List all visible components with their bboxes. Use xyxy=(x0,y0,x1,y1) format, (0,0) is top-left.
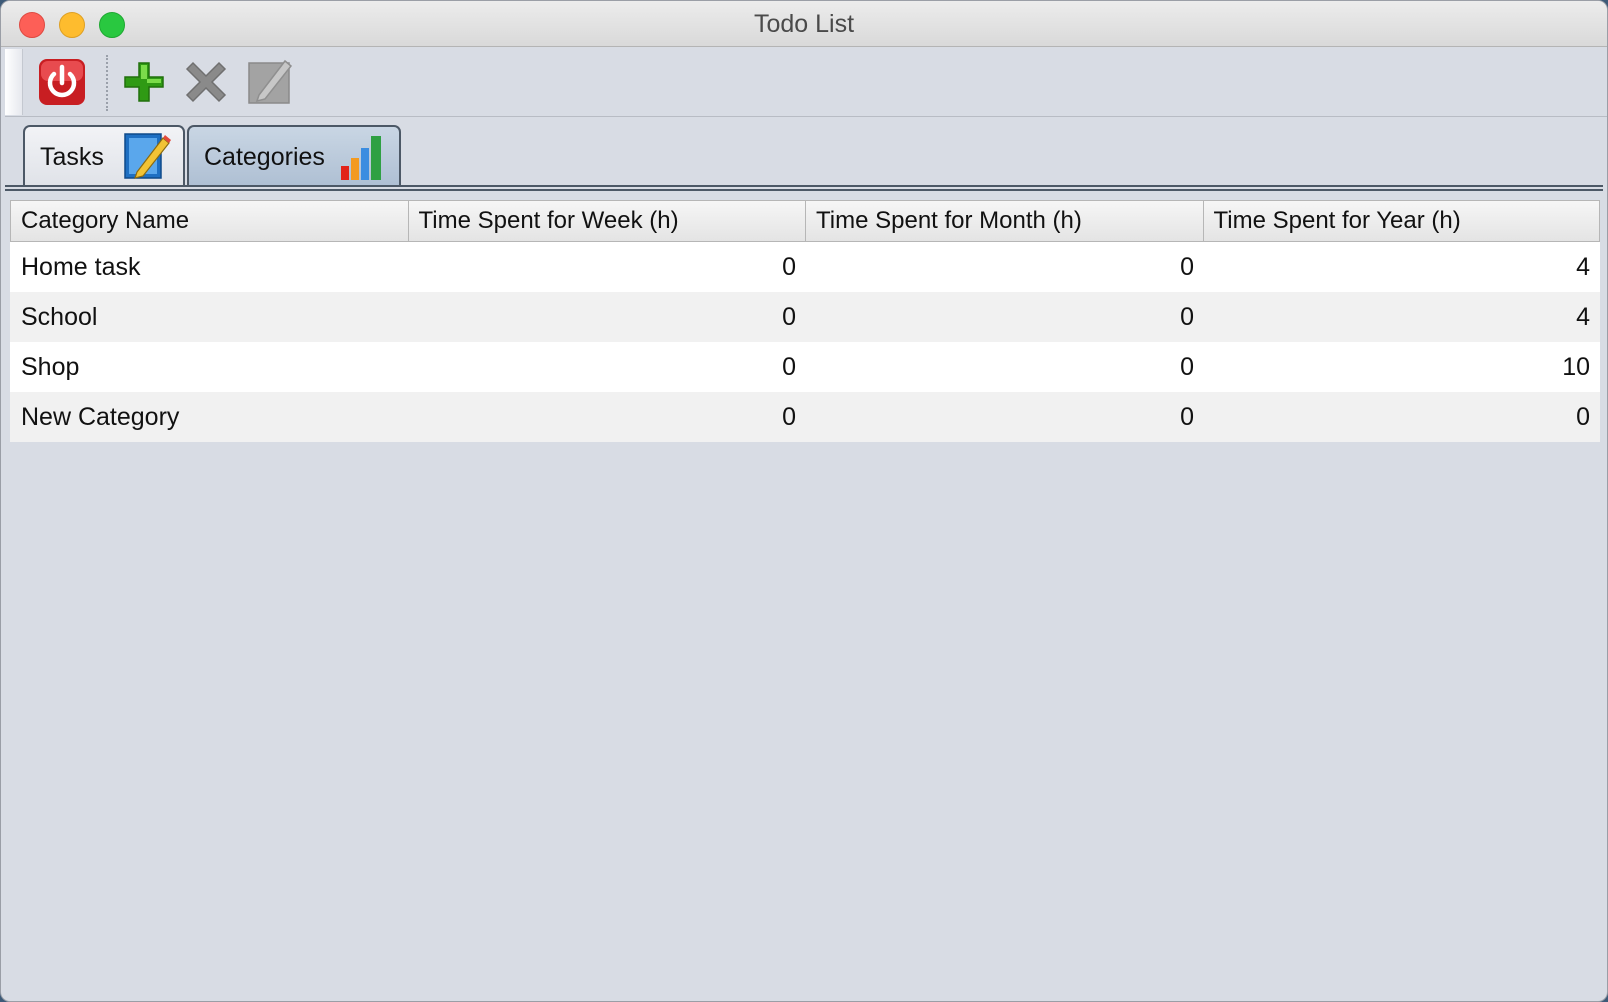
cell-week: 0 xyxy=(782,402,796,431)
add-button[interactable] xyxy=(119,57,169,107)
edit-button[interactable] xyxy=(245,57,295,107)
window-title: Todo List xyxy=(753,10,855,38)
edit-icon xyxy=(248,59,293,104)
cell-month: 0 xyxy=(1180,252,1194,281)
notepad-pencil-icon xyxy=(123,130,171,182)
column-header-category-name[interactable]: Category Name xyxy=(11,201,409,241)
cell-month: 0 xyxy=(1180,352,1194,381)
tab-strip: Tasks Categories xyxy=(1,117,1607,191)
plus-icon xyxy=(124,62,164,102)
cell-week: 0 xyxy=(782,252,796,281)
app-window: Todo List Tasks Categories Category Name… xyxy=(0,0,1608,1002)
column-header-year[interactable]: Time Spent for Year (h) xyxy=(1204,201,1600,241)
table-row[interactable]: Home task 0 0 4 xyxy=(10,242,1600,292)
delete-button[interactable] xyxy=(181,57,231,107)
cell-year: 0 xyxy=(1576,402,1590,431)
power-button[interactable] xyxy=(37,57,87,107)
bar-chart-icon xyxy=(339,130,387,182)
categories-table: Category Name Time Spent for Week (h) Ti… xyxy=(10,200,1600,442)
table-row[interactable]: School 0 0 4 xyxy=(10,292,1600,342)
cell-year: 10 xyxy=(1562,352,1590,381)
table-header: Category Name Time Spent for Week (h) Ti… xyxy=(10,200,1600,242)
cell-month: 0 xyxy=(1180,302,1194,331)
column-header-month[interactable]: Time Spent for Month (h) xyxy=(806,201,1204,241)
title-bar: Todo List xyxy=(1,1,1607,47)
toolbar xyxy=(5,47,1607,117)
cell-month: 0 xyxy=(1180,402,1194,431)
x-icon xyxy=(185,61,227,103)
tab-categories[interactable]: Categories xyxy=(187,125,401,187)
cell-week: 0 xyxy=(782,302,796,331)
table-row[interactable]: New Category 0 0 0 xyxy=(10,392,1600,442)
table-row[interactable]: Shop 0 0 10 xyxy=(10,342,1600,392)
cell-category-name: Shop xyxy=(21,352,80,381)
tab-divider xyxy=(5,185,1603,191)
tab-tasks[interactable]: Tasks xyxy=(23,125,185,187)
cell-category-name: School xyxy=(21,302,98,331)
cell-year: 4 xyxy=(1576,252,1590,281)
tab-tasks-label: Tasks xyxy=(40,142,104,171)
cell-category-name: Home task xyxy=(21,252,141,281)
toolbar-separator xyxy=(106,55,108,111)
cell-category-name: New Category xyxy=(21,402,180,431)
toolbar-grip[interactable] xyxy=(5,49,23,115)
tab-categories-label: Categories xyxy=(204,142,325,171)
cell-year: 4 xyxy=(1576,302,1590,331)
cell-week: 0 xyxy=(782,352,796,381)
column-header-week[interactable]: Time Spent for Week (h) xyxy=(409,201,806,241)
power-icon xyxy=(39,59,85,105)
